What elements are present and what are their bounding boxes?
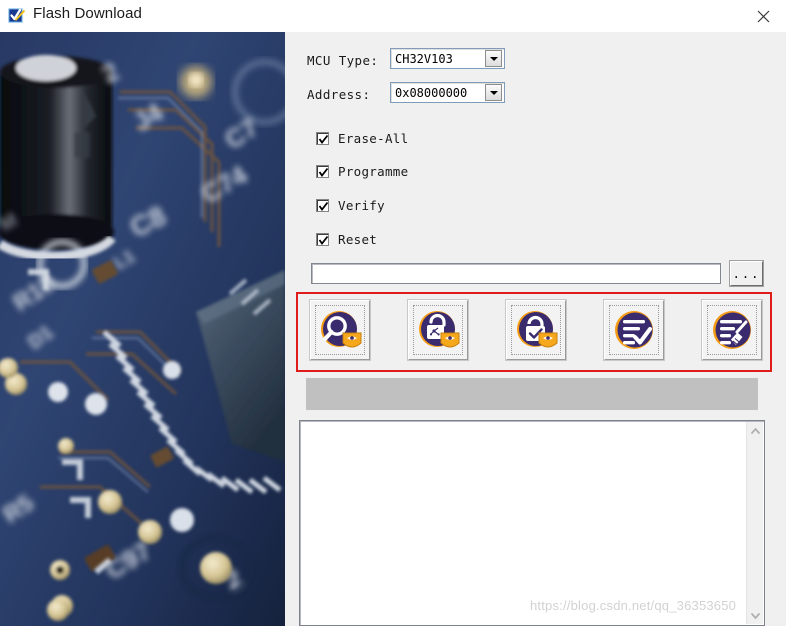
check-icon [318, 201, 329, 212]
pcb-illustration: 2 J4 C7 C74 C8 L1 R10 D1 R5 C97 2 M [0, 32, 285, 626]
check-icon [318, 167, 329, 178]
reset-label: Reset [338, 232, 378, 247]
log-output-box[interactable] [299, 420, 765, 626]
toolbar-button-unlock-chip[interactable] [407, 299, 469, 361]
scroll-up-button[interactable] [747, 422, 763, 439]
chevron-down-icon [750, 612, 760, 619]
circuit-board-photo: 2 J4 C7 C74 C8 L1 R10 D1 R5 C97 2 M [0, 32, 285, 626]
address-value: 0x08000000 [395, 85, 468, 100]
check-icon [318, 235, 329, 246]
browse-button[interactable]: ... [729, 260, 764, 287]
mcu-type-value: CH32V103 [395, 51, 453, 66]
flash-download-window: Flash Download 2 J4 C7 C74 C8 L1 R10 D1 … [0, 0, 786, 626]
checkbox-row-reset[interactable]: Reset [316, 232, 377, 247]
toolbar-button-lock-chip[interactable] [505, 299, 567, 361]
mcu-type-label: MCU Type: [307, 53, 379, 68]
close-icon [757, 10, 769, 22]
address-label: Address: [307, 87, 371, 102]
erase-all-checkbox[interactable] [316, 132, 329, 145]
file-path-field[interactable] [311, 263, 721, 284]
reset-checkbox[interactable] [316, 233, 329, 246]
verify-checkbox[interactable] [316, 199, 329, 212]
toolbar-button-clear-list[interactable] [701, 299, 763, 361]
unlock-shield-icon [419, 311, 460, 348]
lock-shield-icon [517, 311, 558, 348]
toolbar-button-verify-list[interactable] [603, 299, 665, 361]
programme-checkbox[interactable] [316, 165, 329, 178]
programme-label: Programme [338, 164, 409, 179]
file-path-input[interactable] [312, 264, 720, 283]
erase-all-label: Erase-All [338, 131, 409, 146]
close-button[interactable] [740, 0, 786, 32]
checkbox-row-programme[interactable]: Programme [316, 164, 408, 179]
chevron-down-icon [489, 56, 498, 61]
window-title: Flash Download [33, 5, 142, 22]
chevron-down-icon [489, 90, 498, 95]
app-icon [8, 7, 26, 25]
title-bar: Flash Download [0, 0, 786, 33]
magnifier-shield-icon [321, 311, 362, 348]
form-panel: MCU Type: CH32V103 Address: 0x08000000 E… [285, 32, 786, 626]
list-broom-icon [713, 311, 751, 349]
check-icon [318, 134, 329, 145]
checkbox-row-verify[interactable]: Verify [316, 198, 385, 213]
address-dropdown-arrow[interactable] [485, 84, 502, 101]
verify-label: Verify [338, 198, 385, 213]
checkbox-row-erase-all[interactable]: Erase-All [316, 131, 408, 146]
mcu-type-combobox[interactable]: CH32V103 [390, 48, 505, 69]
chevron-up-icon [750, 427, 760, 434]
log-scrollbar[interactable] [746, 422, 763, 624]
address-combobox[interactable]: 0x08000000 [390, 82, 505, 103]
scroll-down-button[interactable] [747, 607, 763, 624]
progress-bar [306, 378, 758, 410]
toolbar-button-query-chip[interactable] [309, 299, 371, 361]
list-check-icon [615, 311, 653, 349]
mcu-type-dropdown-arrow[interactable] [485, 50, 502, 67]
